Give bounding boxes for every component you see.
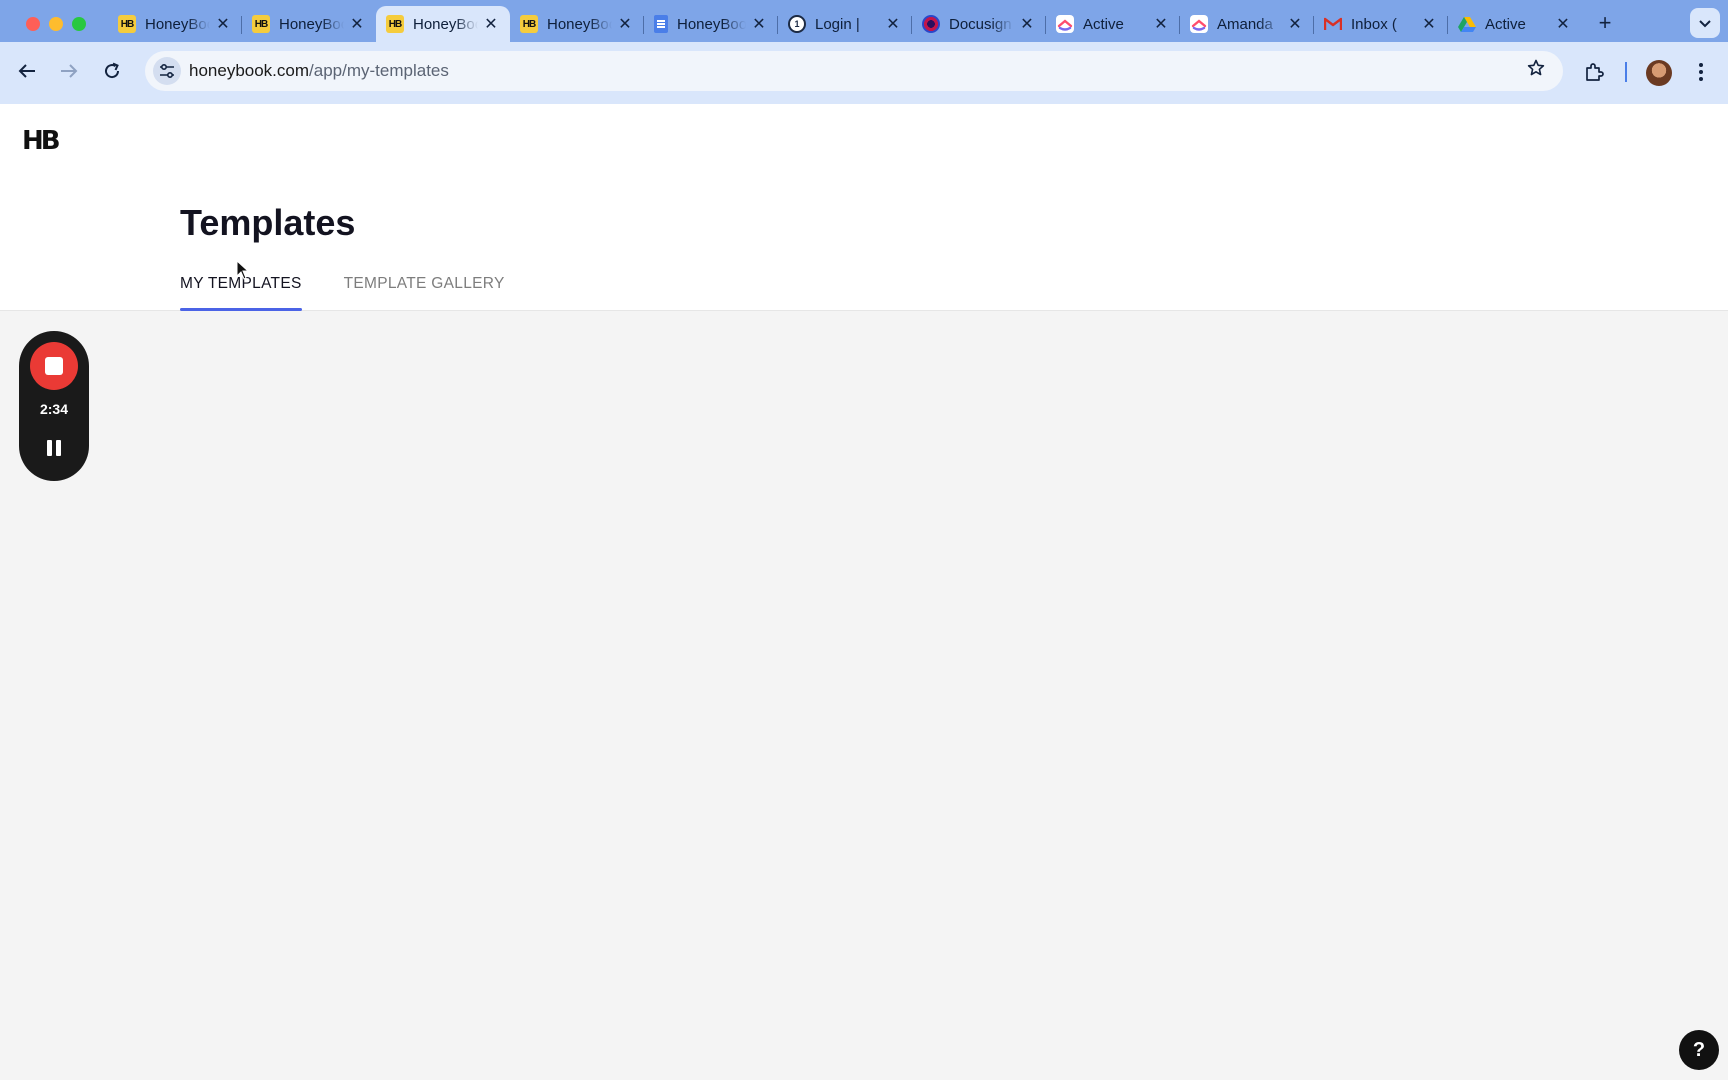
google-drive-favicon-icon (1458, 15, 1476, 33)
tab-title: HoneyBook (547, 15, 612, 33)
browser-tab[interactable]: Inbox ( ✕ (1314, 6, 1448, 42)
browser-tab[interactable]: HB HoneyBook ✕ (108, 6, 242, 42)
browser-menu-icon[interactable] (1690, 58, 1712, 86)
maximize-window-button[interactable] (72, 17, 86, 31)
back-button[interactable] (12, 56, 42, 86)
browser-tab[interactable]: Active ✕ (1448, 6, 1582, 42)
site-settings-button[interactable] (153, 57, 181, 85)
stop-recording-button[interactable] (30, 342, 78, 390)
toolbar-divider (1625, 62, 1627, 82)
arrow-right-icon (61, 64, 78, 78)
tab-strip: HB HoneyBook ✕ HB HoneyBook ✕ HB HoneyBo… (108, 6, 1582, 42)
close-tab-icon[interactable]: ✕ (1152, 15, 1170, 33)
close-tab-icon[interactable]: ✕ (750, 15, 768, 33)
tab-search-button[interactable] (1690, 8, 1720, 38)
url-text[interactable]: honeybook.com/app/my-templates (189, 61, 449, 81)
browser-tab[interactable]: HB HoneyBook ✕ (510, 6, 644, 42)
tab-title: Active (1485, 15, 1526, 33)
honeybook-logo[interactable]: HB (22, 126, 61, 156)
url-host: honeybook.com (189, 61, 310, 80)
clickup-favicon-icon (1056, 15, 1074, 33)
tab-title: Docusign (949, 15, 1012, 33)
close-tab-icon[interactable]: ✕ (1554, 15, 1572, 33)
tab-title: Inbox ( (1351, 15, 1397, 33)
bookmark-star-icon[interactable] (1527, 59, 1545, 83)
pause-icon (47, 440, 52, 456)
recording-timer: 2:34 (39, 401, 69, 417)
honeybook-favicon-icon: HB (252, 15, 270, 33)
browser-tab[interactable]: Active ✕ (1046, 6, 1180, 42)
tab-template-gallery[interactable]: TEMPLATE GALLERY (344, 270, 505, 311)
app-header: HB Templates MY TEMPLATES TEMPLATE GALLE… (0, 104, 1728, 311)
close-tab-icon[interactable]: ✕ (482, 15, 500, 33)
close-tab-icon[interactable]: ✕ (616, 15, 634, 33)
mouse-cursor-icon (236, 259, 250, 285)
honeybook-favicon-icon: HB (520, 15, 538, 33)
honeybook-favicon-icon: HB (386, 15, 404, 33)
pause-recording-button[interactable] (43, 437, 65, 459)
page-title: Templates (180, 202, 356, 243)
browser-chrome: HB HoneyBook ✕ HB HoneyBook ✕ HB HoneyBo… (0, 0, 1728, 104)
reload-icon (105, 62, 120, 79)
honeybook-favicon-icon: HB (118, 15, 136, 33)
tab-title: Login | (815, 15, 860, 33)
tab-title: HoneyBook (413, 15, 478, 33)
extensions-puzzle-icon[interactable] (1580, 58, 1608, 86)
screen-recorder-widget: 2:34 (19, 331, 89, 481)
google-docs-favicon-icon (654, 15, 668, 33)
address-bar[interactable]: honeybook.com/app/my-templates (145, 51, 1563, 91)
template-tabs: MY TEMPLATES TEMPLATE GALLERY (180, 270, 547, 311)
help-button[interactable]: ? (1679, 1030, 1719, 1070)
stop-icon (45, 357, 63, 375)
browser-tab[interactable]: 1 Login | ✕ (778, 6, 912, 42)
browser-tab[interactable]: HB HoneyBook ✕ (242, 6, 376, 42)
docusign-favicon-icon (922, 15, 940, 33)
tab-title: Active (1083, 15, 1124, 33)
gmail-favicon-icon (1324, 15, 1342, 33)
tab-title: HoneyBook (145, 15, 210, 33)
close-window-button[interactable] (26, 17, 40, 31)
close-tab-icon[interactable]: ✕ (1420, 15, 1438, 33)
browser-tab[interactable]: Amanda ✕ (1180, 6, 1314, 42)
arrow-left-icon (18, 64, 35, 78)
browser-tab[interactable]: Docusign ✕ (912, 6, 1046, 42)
tab-title: HoneyBook (677, 15, 746, 33)
browser-toolbar: honeybook.com/app/my-templates (0, 42, 1728, 104)
tune-icon (160, 64, 174, 78)
browser-tab-active[interactable]: HB HoneyBook ✕ (376, 6, 510, 42)
chevron-down-icon (1699, 16, 1711, 31)
minimize-window-button[interactable] (49, 17, 63, 31)
new-tab-button[interactable]: + (1592, 10, 1618, 36)
tab-title: Amanda (1217, 15, 1273, 33)
browser-tab[interactable]: HoneyBook ✕ (644, 6, 778, 42)
close-tab-icon[interactable]: ✕ (1286, 15, 1304, 33)
templates-content-area (0, 312, 1728, 1080)
close-tab-icon[interactable]: ✕ (214, 15, 232, 33)
close-tab-icon[interactable]: ✕ (1018, 15, 1036, 33)
forward-button[interactable] (54, 56, 84, 86)
tab-title: HoneyBook (279, 15, 344, 33)
close-tab-icon[interactable]: ✕ (884, 15, 902, 33)
onepassword-favicon-icon: 1 (788, 15, 806, 33)
profile-avatar[interactable] (1646, 60, 1672, 86)
clickup-favicon-icon (1190, 15, 1208, 33)
close-tab-icon[interactable]: ✕ (348, 15, 366, 33)
url-path: /app/my-templates (309, 61, 449, 80)
reload-button[interactable] (97, 56, 127, 86)
